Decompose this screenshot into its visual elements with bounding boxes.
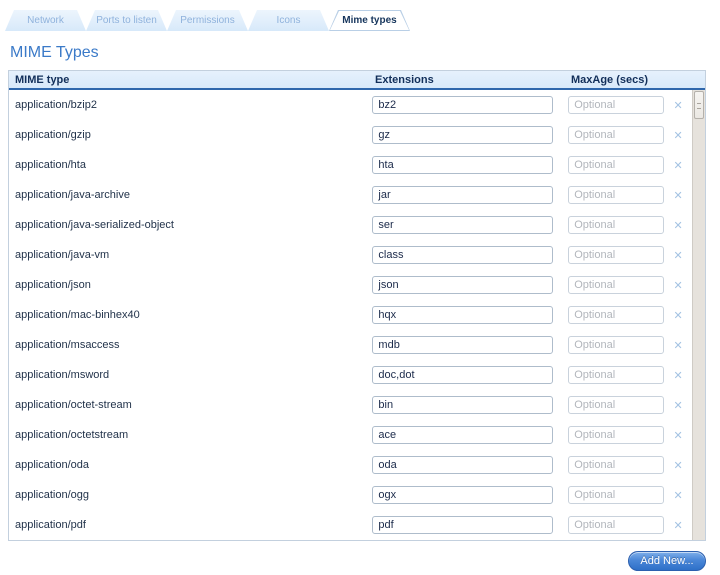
extensions-input[interactable]	[372, 246, 553, 264]
table-rows: application/bzip2 ✕ application/gzip ✕ a…	[9, 90, 692, 540]
maxage-input[interactable]	[568, 96, 664, 114]
table-row: application/octet-stream ✕	[9, 390, 692, 420]
table-row: application/mac-binhex40 ✕	[9, 300, 692, 330]
mime-type-label: application/pdf	[15, 519, 372, 531]
extensions-input[interactable]	[372, 486, 553, 504]
table-row: application/java-vm ✕	[9, 240, 692, 270]
table-row: application/oda ✕	[9, 450, 692, 480]
mime-type-label: application/json	[15, 279, 372, 291]
table-body: application/bzip2 ✕ application/gzip ✕ a…	[9, 90, 705, 540]
delete-row-icon[interactable]: ✕	[664, 339, 692, 352]
maxage-input[interactable]	[568, 426, 664, 444]
mime-type-label: application/java-archive	[15, 189, 372, 201]
maxage-input[interactable]	[568, 456, 664, 474]
table-row: application/json ✕	[9, 270, 692, 300]
table-row: application/pdf ✕	[9, 510, 692, 540]
tab-label: Network	[5, 10, 86, 31]
maxage-input[interactable]	[568, 306, 664, 324]
extensions-input[interactable]	[372, 426, 553, 444]
scrollbar-thumb[interactable]	[694, 91, 704, 119]
table-header: MIME type Extensions MaxAge (secs)	[9, 71, 705, 90]
extensions-input[interactable]	[372, 396, 553, 414]
maxage-input[interactable]	[568, 276, 664, 294]
mime-type-label: application/ogg	[15, 489, 372, 501]
delete-row-icon[interactable]: ✕	[664, 429, 692, 442]
delete-row-icon[interactable]: ✕	[664, 399, 692, 412]
delete-row-icon[interactable]: ✕	[664, 219, 692, 232]
extensions-input[interactable]	[372, 276, 553, 294]
extensions-input[interactable]	[372, 216, 553, 234]
maxage-input[interactable]	[568, 246, 664, 264]
column-header-mime-type: MIME type	[15, 71, 69, 90]
table-row: application/hta ✕	[9, 150, 692, 180]
delete-row-icon[interactable]: ✕	[664, 129, 692, 142]
tab-ports-to-listen[interactable]: Ports to listen	[86, 10, 167, 31]
tab-label: Icons	[248, 10, 329, 31]
table-row: application/msword ✕	[9, 360, 692, 390]
maxage-input[interactable]	[568, 516, 664, 534]
table-row: application/ogg ✕	[9, 480, 692, 510]
table-row: application/java-archive ✕	[9, 180, 692, 210]
maxage-input[interactable]	[568, 366, 664, 384]
delete-row-icon[interactable]: ✕	[664, 369, 692, 382]
mime-type-label: application/gzip	[15, 129, 372, 141]
delete-row-icon[interactable]: ✕	[664, 159, 692, 172]
tab-mime-types[interactable]: Mime types	[329, 10, 410, 31]
mime-types-table: MIME type Extensions MaxAge (secs) appli…	[8, 70, 706, 541]
column-header-max-age: MaxAge (secs)	[571, 71, 648, 90]
extensions-input[interactable]	[372, 366, 553, 384]
tab-permissions[interactable]: Permissions	[167, 10, 248, 31]
delete-row-icon[interactable]: ✕	[664, 189, 692, 202]
extensions-input[interactable]	[372, 336, 553, 354]
tab-bar: Network Ports to listen Permissions Icon…	[5, 10, 410, 31]
mime-type-label: application/bzip2	[15, 99, 372, 111]
extensions-input[interactable]	[372, 96, 553, 114]
extensions-input[interactable]	[372, 456, 553, 474]
delete-row-icon[interactable]: ✕	[664, 519, 692, 532]
delete-row-icon[interactable]: ✕	[664, 249, 692, 262]
tab-label: Permissions	[167, 10, 248, 31]
maxage-input[interactable]	[568, 486, 664, 504]
extensions-input[interactable]	[372, 186, 553, 204]
table-row: application/gzip ✕	[9, 120, 692, 150]
table-row: application/msaccess ✕	[9, 330, 692, 360]
extensions-input[interactable]	[372, 516, 553, 534]
tab-icons[interactable]: Icons	[248, 10, 329, 31]
table-row: application/java-serialized-object ✕	[9, 210, 692, 240]
tab-label: Ports to listen	[86, 10, 167, 31]
mime-type-label: application/hta	[15, 159, 372, 171]
mime-type-label: application/mac-binhex40	[15, 309, 372, 321]
maxage-input[interactable]	[568, 336, 664, 354]
delete-row-icon[interactable]: ✕	[664, 279, 692, 292]
maxage-input[interactable]	[568, 126, 664, 144]
maxage-input[interactable]	[568, 396, 664, 414]
mime-type-label: application/oda	[15, 459, 372, 471]
delete-row-icon[interactable]: ✕	[664, 459, 692, 472]
delete-row-icon[interactable]: ✕	[664, 489, 692, 502]
mime-type-label: application/java-vm	[15, 249, 372, 261]
maxage-input[interactable]	[568, 186, 664, 204]
delete-row-icon[interactable]: ✕	[664, 309, 692, 322]
table-row: application/octetstream ✕	[9, 420, 692, 450]
column-header-extensions: Extensions	[375, 71, 434, 90]
tab-label: Mime types	[329, 10, 410, 31]
maxage-input[interactable]	[568, 156, 664, 174]
extensions-input[interactable]	[372, 156, 553, 174]
mime-type-label: application/java-serialized-object	[15, 219, 372, 231]
delete-row-icon[interactable]: ✕	[664, 99, 692, 112]
tab-network[interactable]: Network	[5, 10, 86, 31]
mime-type-label: application/msword	[15, 369, 372, 381]
table-row: application/bzip2 ✕	[9, 90, 692, 120]
mime-type-label: application/msaccess	[15, 339, 372, 351]
page-title: MIME Types	[10, 44, 99, 62]
scrollbar-track[interactable]	[692, 90, 705, 540]
mime-type-label: application/octet-stream	[15, 399, 372, 411]
mime-type-label: application/octetstream	[15, 429, 372, 441]
extensions-input[interactable]	[372, 126, 553, 144]
maxage-input[interactable]	[568, 216, 664, 234]
add-new-button[interactable]: Add New...	[628, 551, 706, 571]
extensions-input[interactable]	[372, 306, 553, 324]
